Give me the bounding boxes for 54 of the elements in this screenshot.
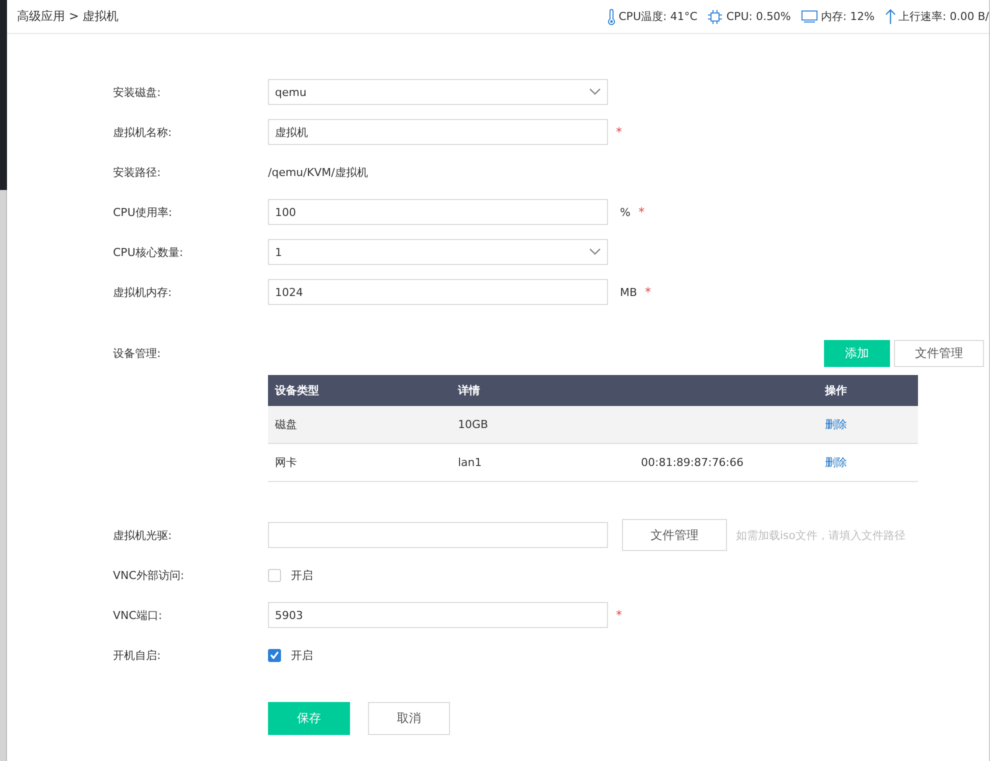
checkbox[interactable] xyxy=(268,648,281,662)
chevron-down-icon xyxy=(589,88,601,96)
select-field[interactable]: qemu xyxy=(268,79,608,105)
input-field[interactable] xyxy=(268,522,608,548)
field-label: CPU使用率: xyxy=(113,204,174,220)
monitor-icon xyxy=(800,10,818,23)
checkbox-label: 开启 xyxy=(291,568,313,582)
chevron-down-icon xyxy=(589,248,601,256)
field-label: 设备管理: xyxy=(113,346,162,360)
field-label: 安装磁盘: xyxy=(113,84,162,100)
required-mark: * xyxy=(645,285,652,299)
status-text: 内存: 12% xyxy=(820,9,875,24)
file-manager-button[interactable]: 文件管理 xyxy=(894,340,984,366)
field-label: VNC外部访问: xyxy=(113,568,186,582)
status-text: CPU: 0.50% xyxy=(726,10,791,23)
select-field[interactable]: 1 xyxy=(268,239,608,265)
input-field[interactable]: 虚拟机 xyxy=(268,119,608,145)
field-label: CPU核心数量: xyxy=(113,244,184,260)
delete-link[interactable]: 删除 xyxy=(825,418,847,431)
path-text: /qemu/KVM/虚拟机 xyxy=(268,164,368,180)
table-cell-text: 磁盘 xyxy=(275,417,298,432)
field-label: 开机自启: xyxy=(113,648,162,662)
column-header: 设备类型 xyxy=(275,382,320,398)
required-mark: * xyxy=(616,608,622,622)
required-mark: * xyxy=(638,205,644,219)
column-header: 操作 xyxy=(825,382,848,398)
chip-icon xyxy=(707,10,724,24)
required-mark: * xyxy=(616,125,622,139)
field-label: 虚拟机光驱: xyxy=(113,528,173,542)
field-label: 虚拟机内存: xyxy=(113,284,173,300)
input-field[interactable]: 100 xyxy=(268,199,608,225)
hint-text: 如需加载iso文件，请填入文件路径 xyxy=(736,528,906,542)
unit-label: MB xyxy=(620,286,638,298)
delete-link[interactable]: 删除 xyxy=(825,456,847,469)
file-manager-button[interactable]: 文件管理 xyxy=(622,519,727,551)
field-label: 虚拟机名称: xyxy=(113,124,173,140)
checkbox[interactable] xyxy=(268,568,281,582)
thermometer-icon xyxy=(606,8,616,24)
status-text: 上行速率: 0.00 B/ xyxy=(898,9,989,24)
field-label: VNC端口: xyxy=(113,608,164,622)
cancel-button[interactable]: 取消 xyxy=(368,702,450,735)
table-cell-text: 10GB xyxy=(458,418,490,431)
checkbox-label: 开启 xyxy=(291,648,313,662)
unit-label: % xyxy=(620,206,630,218)
field-label: 安装路径: xyxy=(113,164,162,180)
table-cell-text: 网卡 xyxy=(275,455,298,470)
input-field[interactable]: 5903 xyxy=(268,602,608,628)
arrow-up-icon xyxy=(884,9,896,24)
status-text: CPU温度: 41°C xyxy=(618,9,698,24)
column-header: 详情 xyxy=(458,382,481,398)
table-cell-text: lan1 xyxy=(458,456,483,469)
breadcrumb: 高级应用 > 虚拟机 xyxy=(17,8,119,25)
table-cell-text: 00:81:89:87:76:66 xyxy=(641,456,745,469)
input-field[interactable]: 1024 xyxy=(268,279,608,305)
